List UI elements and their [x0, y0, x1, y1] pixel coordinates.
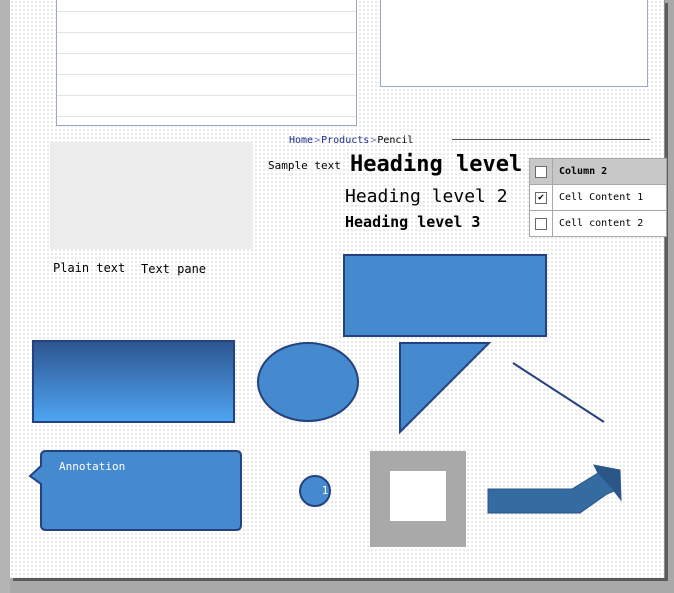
annotation-label: Annotation — [59, 460, 126, 473]
badge-number: 1 — [321, 484, 329, 497]
left-scroll-edge — [0, 0, 10, 593]
ellipse-shape[interactable] — [257, 342, 359, 422]
triangle-shape[interactable] — [399, 342, 492, 435]
canvas-page: Home>Products>Pencil Sample text Heading… — [10, 0, 667, 578]
line-shape[interactable] — [512, 362, 605, 423]
square-frame-hole — [390, 471, 446, 521]
